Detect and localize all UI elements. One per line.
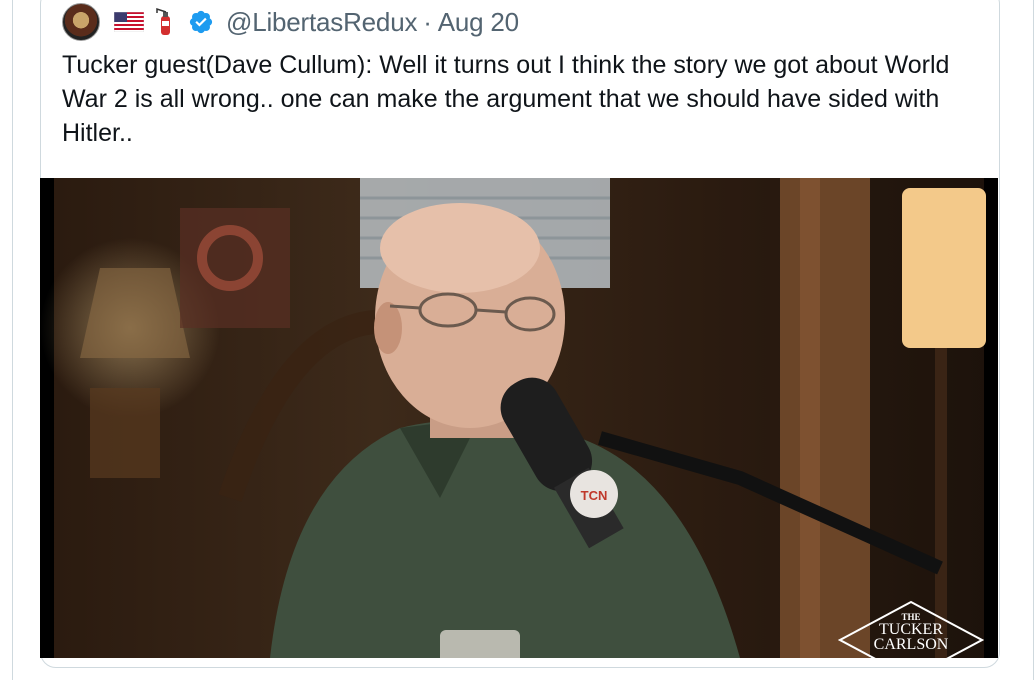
mic-badge-text: TCN [581,488,608,503]
fire-extinguisher-icon [156,7,170,35]
verified-badge-icon [189,10,213,34]
video-frame-image: TCN [40,178,998,658]
tweet-date[interactable]: Aug 20 [438,7,519,38]
tweet-text: Tucker guest(Dave Cullum): Well it turns… [62,51,950,147]
separator-dot: · [423,6,432,37]
user-handle[interactable]: @LibertasRedux [226,7,417,38]
us-flag-icon [114,12,144,32]
avatar[interactable] [62,3,100,41]
watermark-line2: CARLSON [873,636,949,653]
tweet-header: @LibertasRedux · Aug 20 [62,2,519,42]
tucker-carlson-watermark: THE TUCKER CARLSON [838,600,984,658]
video-thumbnail[interactable]: TCN THE TUCKER CARLSON [40,178,998,658]
